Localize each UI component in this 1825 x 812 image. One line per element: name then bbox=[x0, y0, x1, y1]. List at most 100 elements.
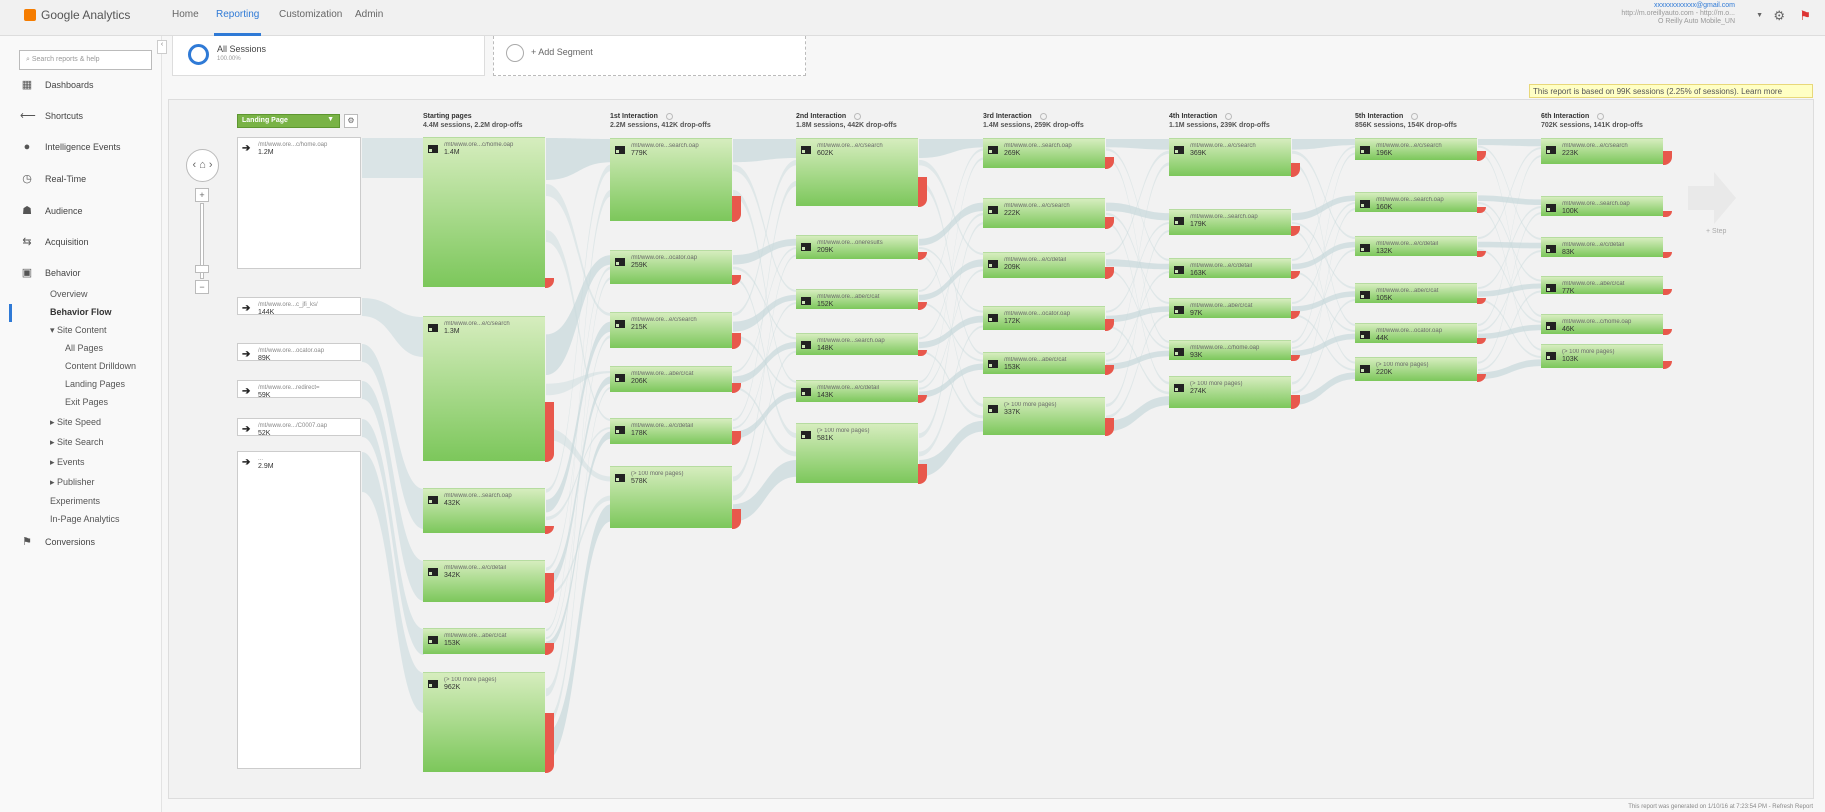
sidebar-item-real-time[interactable]: ◷ Real-Time bbox=[20, 172, 86, 185]
add-segment-button[interactable]: + Add Segment bbox=[493, 36, 806, 76]
sidebar-sub-exit-pages[interactable]: Exit Pages bbox=[65, 397, 108, 407]
page-node[interactable]: (> 100 more pages) 962K bbox=[423, 672, 554, 773]
sidebar-item-dashboards[interactable]: ▦ Dashboards bbox=[20, 78, 94, 91]
page-node[interactable]: /mt/www.ore...e/c/search 222K bbox=[983, 198, 1114, 229]
flow-connection[interactable] bbox=[1106, 150, 1170, 256]
sidebar-sub-publisher[interactable]: ▸ Publisher bbox=[50, 477, 95, 488]
flow-connection[interactable] bbox=[546, 189, 611, 632]
column-options-icon[interactable] bbox=[665, 112, 673, 120]
sidebar-sub-experiments[interactable]: Experiments bbox=[50, 496, 100, 506]
page-node[interactable]: /mt/www.ore...search.oap 779K bbox=[610, 138, 741, 222]
flow-connection[interactable] bbox=[1106, 162, 1170, 355]
page-node[interactable]: (> 100 more pages) 337K bbox=[983, 397, 1114, 436]
flow-connection[interactable] bbox=[733, 159, 797, 316]
page-node[interactable]: (> 100 more pages) 581K bbox=[796, 423, 927, 484]
add-step-arrow-icon[interactable] bbox=[1688, 172, 1736, 224]
zoom-slider-handle[interactable] bbox=[195, 265, 209, 273]
page-node[interactable]: /mt/www.ore...c/home.oap 93K bbox=[1169, 340, 1300, 361]
sidebar-sub-landing-pages[interactable]: Landing Pages bbox=[65, 379, 125, 389]
page-node[interactable]: (> 100 more pages) 578K bbox=[610, 466, 741, 529]
flow-connection[interactable] bbox=[546, 495, 611, 597]
flow-connection[interactable] bbox=[362, 419, 424, 655]
page-node[interactable]: /mt/www.ore...abe/c/cat 105K bbox=[1355, 283, 1486, 304]
flow-connection[interactable] bbox=[546, 138, 611, 180]
drop-off-indicator[interactable] bbox=[545, 573, 554, 603]
flow-connection[interactable] bbox=[919, 363, 984, 398]
tab-home[interactable]: Home bbox=[172, 9, 199, 20]
page-node[interactable]: /mt/www.ore...e/c/detail 209K bbox=[983, 252, 1114, 279]
flow-connection[interactable] bbox=[362, 298, 424, 357]
landing-page-node[interactable]: ➔ /mt/www.ore...c_jfi_ks/144K bbox=[237, 297, 361, 316]
sidebar-sub-overview[interactable]: Overview bbox=[50, 289, 88, 299]
flow-connection[interactable] bbox=[733, 341, 797, 384]
sidebar-sub-events[interactable]: ▸ Events bbox=[50, 457, 85, 468]
page-node[interactable]: /mt/www.ore...e/c/search 1.3M bbox=[423, 316, 554, 462]
sidebar-item-intelligence-events[interactable]: ● Intelligence Events bbox=[20, 141, 121, 153]
page-node[interactable]: /mt/www.ore...abe/c/cat 206K bbox=[610, 366, 741, 393]
page-node[interactable]: /mt/www.ore...ocator.oap 44K bbox=[1355, 323, 1486, 344]
segment-all-sessions[interactable]: All Sessions 100.00% bbox=[172, 36, 485, 76]
drop-off-indicator[interactable] bbox=[545, 713, 554, 773]
zoom-in-button[interactable]: + bbox=[195, 188, 209, 202]
sidebar-sub-site-speed[interactable]: ▸ Site Speed bbox=[50, 417, 101, 428]
sidebar-sub-behavior-flow[interactable]: Behavior Flow bbox=[50, 307, 112, 317]
landing-page-node[interactable]: ➔ /mt/www.ore...redirect= 59K bbox=[237, 380, 361, 399]
flow-connection[interactable] bbox=[1478, 139, 1542, 147]
page-node[interactable]: /mt/www.ore...e/c/search 196K bbox=[1355, 138, 1486, 161]
page-node[interactable]: /mt/www.ore...abe/c/cat 153K bbox=[423, 628, 554, 655]
flow-connection[interactable] bbox=[1478, 195, 1542, 205]
landing-page-node[interactable]: ➔... 2.9M bbox=[237, 451, 361, 769]
page-node[interactable]: /mt/www.ore...search.oap 179K bbox=[1169, 209, 1300, 236]
page-node[interactable]: /mt/www.ore...ocator.oap 259K bbox=[610, 250, 741, 285]
page-node[interactable]: /mt/www.ore...e/c/search 215K bbox=[610, 312, 741, 349]
column-options-icon[interactable] bbox=[1597, 112, 1605, 120]
landing-page-node[interactable]: ➔ /mt/www.ore.../C0007.oap 52K bbox=[237, 418, 361, 437]
sidebar-sub-all-pages[interactable]: All Pages bbox=[65, 343, 103, 353]
flow-connection[interactable] bbox=[919, 259, 984, 301]
sidebar-sub-content-drilldown[interactable]: Content Drilldown bbox=[65, 361, 136, 371]
column-options-icon[interactable] bbox=[1411, 112, 1419, 120]
zoom-out-button[interactable]: − bbox=[195, 280, 209, 294]
page-node[interactable]: (> 100 more pages) 274K bbox=[1169, 376, 1300, 409]
search-input[interactable]: ⌕ Search reports & help bbox=[19, 50, 152, 70]
flow-connection[interactable] bbox=[546, 370, 611, 396]
page-node[interactable]: /mt/www.ore...abe/c/cat 153K bbox=[983, 352, 1114, 375]
notification-flag-icon[interactable]: ⚑ bbox=[1799, 8, 1811, 24]
flow-connection[interactable] bbox=[362, 138, 424, 178]
flow-connection[interactable] bbox=[1478, 154, 1542, 326]
sampling-notice[interactable]: This report is based on 99K sessions (2.… bbox=[1529, 84, 1813, 98]
drop-off-indicator[interactable] bbox=[918, 177, 927, 207]
drop-off-indicator[interactable] bbox=[545, 402, 554, 462]
page-node[interactable]: /mt/www.ore...oneresults 209K bbox=[796, 235, 927, 260]
column-options-icon[interactable] bbox=[1039, 112, 1047, 120]
dimension-selector[interactable]: Landing Page ▼ bbox=[237, 114, 340, 128]
flow-connection[interactable] bbox=[1106, 139, 1170, 150]
page-node[interactable]: /mt/www.ore...search.oap 160K bbox=[1355, 192, 1486, 213]
page-node[interactable]: /mt/www.ore...e/c/detail 132K bbox=[1355, 236, 1486, 257]
add-step-label[interactable]: + Step bbox=[1706, 228, 1726, 235]
page-node[interactable]: /mt/www.ore...ocator.oap 172K bbox=[983, 306, 1114, 331]
page-node[interactable]: /mt/www.ore...e/c/search 223K bbox=[1541, 138, 1672, 165]
page-node[interactable]: /mt/www.ore...e/c/detail 83K bbox=[1541, 237, 1672, 258]
sidebar-item-audience[interactable]: ☗ Audience bbox=[20, 204, 82, 217]
tab-reporting[interactable]: Reporting bbox=[216, 9, 259, 20]
landing-page-node[interactable]: ➔ /mt/www.ore...c/home.oap 1.2M bbox=[237, 137, 361, 269]
flow-connection[interactable] bbox=[1478, 146, 1542, 239]
page-node[interactable]: /mt/www.ore...e/c/detail 163K bbox=[1169, 258, 1300, 279]
flow-connection[interactable] bbox=[1478, 324, 1542, 340]
page-node[interactable]: /mt/www.ore...e/c/detail 178K bbox=[610, 418, 741, 445]
flow-connection[interactable] bbox=[1292, 139, 1356, 150]
sidebar-sub-in-page-analytics[interactable]: In-Page Analytics bbox=[50, 514, 120, 524]
page-node[interactable]: /mt/www.ore...e/c/search 602K bbox=[796, 138, 927, 207]
page-node[interactable]: /mt/www.ore...abe/c/cat 77K bbox=[1541, 276, 1672, 295]
drop-off-indicator[interactable] bbox=[732, 196, 741, 222]
column-options-icon[interactable] bbox=[854, 112, 862, 120]
page-node[interactable]: (> 100 more pages) 103K bbox=[1541, 344, 1672, 369]
collapse-sidebar-button[interactable]: ‹ bbox=[157, 40, 167, 54]
landing-page-node[interactable]: ➔ /mt/www.ore...ocator.oap 89K bbox=[237, 343, 361, 362]
dimension-settings-gear-icon[interactable]: ⚙ bbox=[344, 114, 358, 128]
flow-connection[interactable] bbox=[733, 164, 797, 292]
page-node[interactable]: /mt/www.ore...search.oap 100K bbox=[1541, 196, 1672, 217]
flow-connection[interactable] bbox=[1292, 291, 1356, 312]
flow-connection[interactable] bbox=[546, 431, 611, 649]
